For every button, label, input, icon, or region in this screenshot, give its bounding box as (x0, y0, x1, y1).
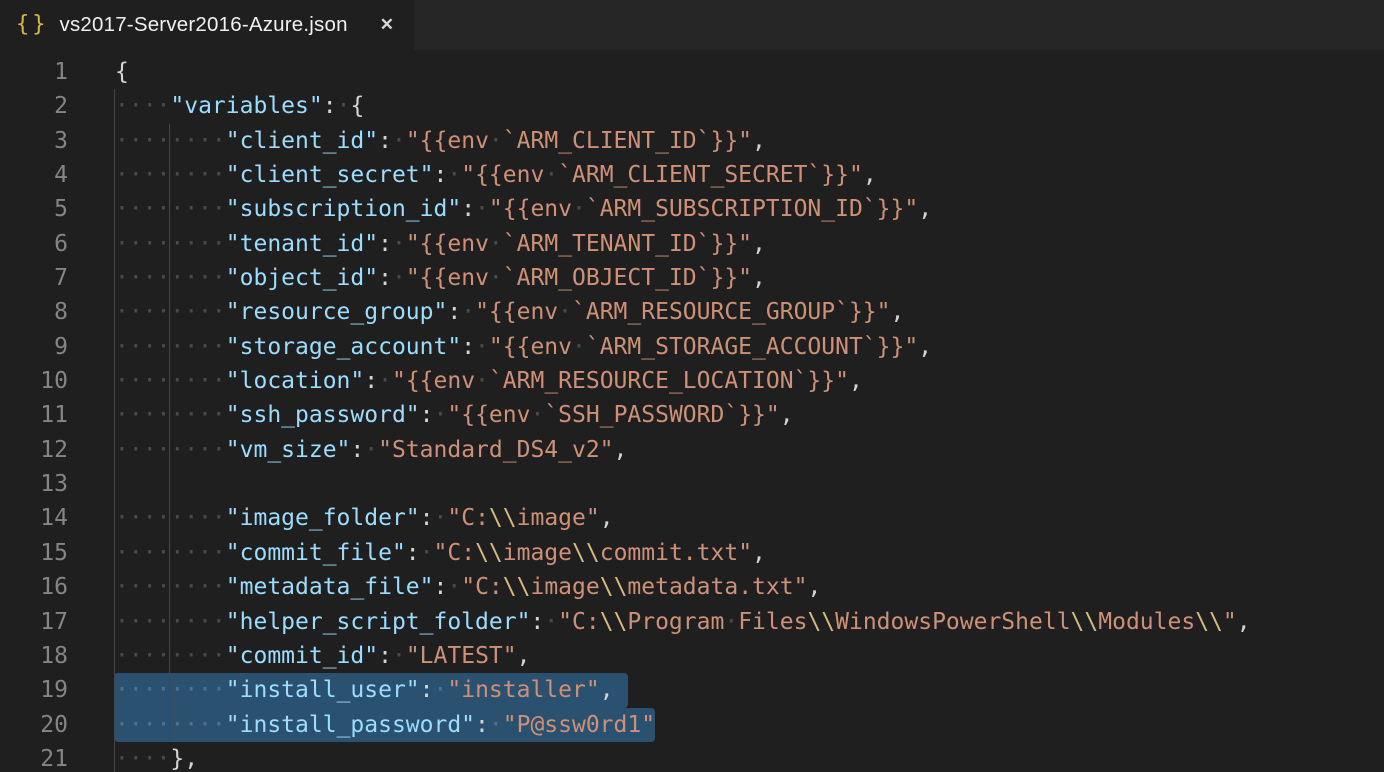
line-number[interactable]: 15 (0, 536, 68, 570)
file-tab[interactable]: {} vs2017-Server2016-Azure.json ✕ (0, 0, 414, 50)
code-line[interactable]: 5 ········"subscription_id":·"{{env·`ARM_… (0, 192, 1384, 226)
code-line[interactable]: 14 ········"image_folder":·"C:\\image", (0, 501, 1384, 535)
line-number[interactable]: 12 (0, 433, 68, 467)
code-text: ········"commit_id":·"LATEST", (115, 639, 530, 673)
code-text: ········"helper_script_folder":·"C:\\Pro… (115, 605, 1251, 639)
code-text: { (115, 55, 129, 89)
line-number[interactable]: 16 (0, 570, 68, 604)
editor[interactable]: 1{2····"variables":·{3········"client_id… (0, 50, 1384, 772)
code-line[interactable]: 7 ········"object_id":·"{{env·`ARM_OBJECT… (0, 261, 1384, 295)
code-line[interactable]: 19 ········"install_user":·"installer", (0, 673, 1384, 707)
code-line[interactable]: 6 ········"tenant_id":·"{{env·`ARM_TENANT… (0, 227, 1384, 261)
line-number[interactable]: 17 (0, 605, 68, 639)
code-line[interactable]: 16 ········"metadata_file":·"C:\\image\\m… (0, 570, 1384, 604)
line-number[interactable]: 6 (0, 227, 68, 261)
line-number[interactable]: 5 (0, 192, 68, 226)
code-line[interactable]: 11 ········"ssh_password":·"{{env·`SSH_PA… (0, 398, 1384, 432)
line-number[interactable]: 10 (0, 364, 68, 398)
code-text: ········"subscription_id":·"{{env·`ARM_S… (115, 192, 932, 226)
code-text: ····"variables":·{ (115, 89, 364, 123)
line-number[interactable]: 7 (0, 261, 68, 295)
code-text: ········"storage_account":·"{{env·`ARM_S… (115, 330, 932, 364)
close-icon[interactable]: ✕ (376, 13, 398, 37)
code-line[interactable]: 20 ········"install_password":·"P@ssw0rd1… (0, 708, 1384, 742)
line-number[interactable]: 3 (0, 124, 68, 158)
line-number[interactable]: 19 (0, 673, 68, 707)
code-line[interactable]: 4 ········"client_secret":·"{{env·`ARM_CL… (0, 158, 1384, 192)
json-braces-icon: {} (16, 12, 49, 37)
code-text: ········"metadata_file":·"C:\\image\\met… (115, 570, 821, 604)
code-text: ····}, (115, 742, 198, 772)
code-text: ········"object_id":·"{{env·`ARM_OBJECT_… (115, 261, 766, 295)
code-text: ········"resource_group":·"{{env·`ARM_RE… (115, 295, 904, 329)
line-number[interactable]: 20 (0, 708, 68, 742)
line-number[interactable]: 11 (0, 398, 68, 432)
code-text: ········"install_password":·"P@ssw0rd1" (115, 708, 655, 742)
code-text: ········"client_secret":·"{{env·`ARM_CLI… (115, 158, 877, 192)
code-text: ········"location":·"{{env·`ARM_RESOURCE… (115, 364, 863, 398)
code-text: ········"ssh_password":·"{{env·`SSH_PASS… (115, 398, 794, 432)
code-line[interactable]: 21 ····}, (0, 742, 1384, 772)
code-line[interactable]: 3 ········"client_id":·"{{env·`ARM_CLIENT… (0, 124, 1384, 158)
code-line[interactable]: 15 ········"commit_file":·"C:\\image\\com… (0, 536, 1384, 570)
tab-bar: {} vs2017-Server2016-Azure.json ✕ (0, 0, 1384, 50)
code-line[interactable]: 9 ········"storage_account":·"{{env·`ARM_… (0, 330, 1384, 364)
code-line[interactable]: 17 ········"helper_script_folder":·"C:\\P… (0, 605, 1384, 639)
line-number[interactable]: 9 (0, 330, 68, 364)
code-line[interactable]: 1{ (0, 55, 1384, 89)
code-line[interactable]: 8 ········"resource_group":·"{{env·`ARM_R… (0, 295, 1384, 329)
code-text: ········"image_folder":·"C:\\image", (115, 501, 614, 535)
code-line[interactable]: 13 (0, 467, 1384, 501)
code-text: ········"vm_size":·"Standard_DS4_v2", (115, 433, 627, 467)
code-line[interactable]: 18 ········"commit_id":·"LATEST", (0, 639, 1384, 673)
code-text: ········"client_id":·"{{env·`ARM_CLIENT_… (115, 124, 766, 158)
code-lines: 1{2····"variables":·{3········"client_id… (0, 55, 1384, 772)
line-number[interactable]: 13 (0, 467, 68, 501)
line-number[interactable]: 1 (0, 55, 68, 89)
line-number[interactable]: 21 (0, 742, 68, 772)
code-text: ········"commit_file":·"C:\\image\\commi… (115, 536, 766, 570)
code-text: ········"tenant_id":·"{{env·`ARM_TENANT_… (115, 227, 766, 261)
line-number[interactable]: 4 (0, 158, 68, 192)
line-number[interactable]: 14 (0, 501, 68, 535)
line-number[interactable]: 18 (0, 639, 68, 673)
tab-title: vs2017-Server2016-Azure.json (60, 13, 365, 37)
code-line[interactable]: 12 ········"vm_size":·"Standard_DS4_v2", (0, 433, 1384, 467)
code-line[interactable]: 10 ········"location":·"{{env·`ARM_RESOUR… (0, 364, 1384, 398)
code-line[interactable]: 2 ····"variables":·{ (0, 89, 1384, 123)
line-number[interactable]: 2 (0, 89, 68, 123)
code-text: ········"install_user":·"installer", (115, 673, 614, 707)
line-number[interactable]: 8 (0, 295, 68, 329)
